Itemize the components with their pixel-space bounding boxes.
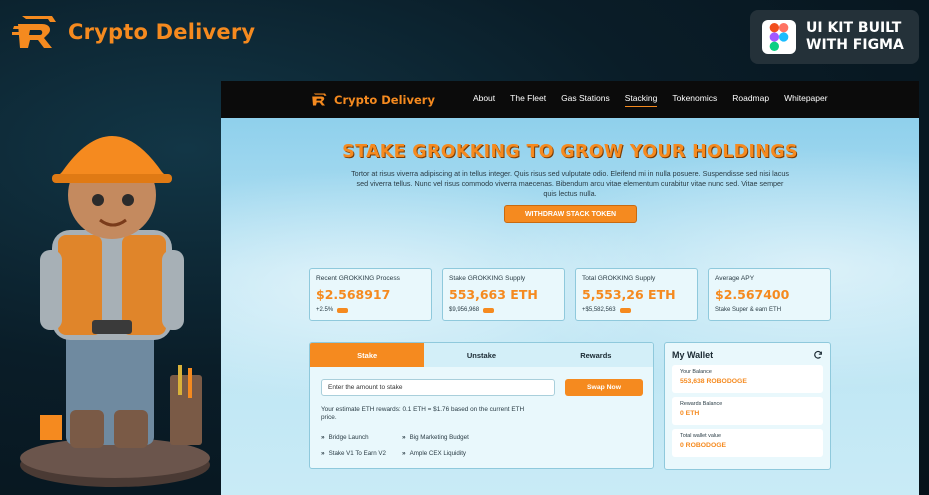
stat-pill bbox=[619, 307, 631, 313]
stat-sub: Stake Super & earn ETH bbox=[715, 307, 824, 313]
stat-card: Recent GROKKING Process $2.568917 +2.5% bbox=[309, 268, 432, 321]
stat-label: Recent GROKKING Process bbox=[316, 275, 400, 282]
feature-label: Bridge Launch bbox=[328, 434, 369, 441]
wallet-header: My Wallet bbox=[672, 350, 823, 360]
wallet-row: Total wallet value 0 ROBODOGE bbox=[672, 429, 823, 457]
tab-stake[interactable]: Stake bbox=[310, 343, 425, 367]
badge-text: UI KIT BUILT WITH FIGMA bbox=[806, 20, 904, 54]
figma-icon bbox=[762, 20, 796, 54]
wallet-row-value: 553,638 ROBODOGE bbox=[680, 378, 747, 385]
app-frame: Crypto Delivery About The Fleet Gas Stat… bbox=[221, 81, 919, 495]
feature-label: Stake V1 To Earn V2 bbox=[328, 450, 386, 457]
stat-card: Average APY $2.567400 Stake Super & earn… bbox=[708, 268, 831, 321]
stake-tabs: Stake Unstake Rewards bbox=[310, 343, 653, 367]
stat-label: Stake GROKKING Supply bbox=[449, 275, 526, 282]
wallet-row: Your Balance 553,638 ROBODOGE bbox=[672, 365, 823, 393]
refresh-icon[interactable] bbox=[813, 350, 823, 360]
stat-value: 5,553,26 ETH bbox=[582, 287, 676, 302]
stats-row: Recent GROKKING Process $2.568917 +2.5% … bbox=[309, 268, 831, 321]
wallet-panel: My Wallet Your Balance 553,638 ROBODOGE … bbox=[664, 342, 831, 470]
nav-link-stacking[interactable]: Stacking bbox=[624, 93, 658, 107]
wallet-row-label: Rewards Balance bbox=[680, 401, 723, 407]
wallet-row-value: 0 ROBODOGE bbox=[680, 442, 727, 449]
nav-link-whitepaper[interactable]: Whitepaper bbox=[784, 93, 827, 107]
wallet-row-label: Your Balance bbox=[680, 369, 712, 375]
stat-card: Stake GROKKING Supply 553,663 ETH $9,956… bbox=[442, 268, 565, 321]
stat-sub-text: $9,956,968 bbox=[449, 307, 480, 313]
delivery-mascot-illustration bbox=[20, 136, 210, 487]
stat-value: 553,663 ETH bbox=[449, 287, 538, 302]
stat-pill bbox=[337, 307, 349, 313]
badge-line-2: WITH FIGMA bbox=[806, 37, 904, 53]
withdraw-stack-token-button[interactable]: WITHDRAW STACK TOKEN bbox=[504, 205, 637, 223]
nav-link-about[interactable]: About bbox=[473, 93, 495, 107]
wallet-title: My Wallet bbox=[672, 350, 714, 360]
hero-title: STAKE GROKKING TO GROW YOUR HOLDINGS bbox=[342, 142, 798, 162]
feature-item: » Stake V1 To Earn V2 bbox=[321, 450, 386, 457]
nav-brand-name: Crypto Delivery bbox=[334, 92, 435, 107]
wallet-row-value: 0 ETH bbox=[680, 410, 700, 417]
swap-now-button[interactable]: Swap Now bbox=[565, 379, 643, 396]
nav-link-gas-stations[interactable]: Gas Stations bbox=[561, 93, 610, 107]
wallet-row: Rewards Balance 0 ETH bbox=[672, 397, 823, 425]
stat-sub-text: Stake Super & earn ETH bbox=[715, 307, 782, 313]
double-chevron-right-icon: » bbox=[402, 450, 406, 457]
feature-item: » Big Marketing Budget bbox=[402, 434, 469, 441]
crypto-delivery-logo-icon bbox=[12, 16, 56, 48]
stake-amount-input[interactable]: Enter the amount to stake bbox=[321, 379, 555, 396]
hero-description: Tortor at risus viverra adipiscing at in… bbox=[351, 169, 789, 198]
stake-panel: Stake Unstake Rewards Enter the amount t… bbox=[309, 342, 654, 469]
stat-label: Average APY bbox=[715, 275, 755, 282]
nav-logo-icon bbox=[312, 93, 327, 106]
wallet-row-label: Total wallet value bbox=[680, 433, 722, 439]
feature-label: Big Marketing Budget bbox=[409, 434, 469, 441]
rewards-estimate-note: Your estimate ETH rewards: 0.1 ETH = $1.… bbox=[321, 406, 525, 421]
top-nav: Crypto Delivery About The Fleet Gas Stat… bbox=[221, 81, 919, 118]
feature-label: Ample CEX Liquidity bbox=[409, 450, 467, 457]
nav-brand[interactable]: Crypto Delivery bbox=[310, 92, 435, 107]
stat-sub-text: +$5,582,563 bbox=[582, 307, 616, 313]
hero-section: STAKE GROKKING TO GROW YOUR HOLDINGS Tor… bbox=[221, 118, 919, 495]
stat-sub-text: +2.5% bbox=[316, 307, 334, 313]
stat-card: Total GROKKING Supply 5,553,26 ETH +$5,5… bbox=[575, 268, 698, 321]
stat-sub: +$5,582,563 bbox=[582, 307, 691, 313]
nav-link-fleet[interactable]: The Fleet bbox=[510, 93, 546, 107]
stat-value: $2.567400 bbox=[715, 287, 790, 302]
tab-rewards[interactable]: Rewards bbox=[539, 343, 653, 367]
outer-brand-name: Crypto Delivery bbox=[68, 20, 256, 44]
feature-item: » Ample CEX Liquidity bbox=[402, 450, 466, 457]
badge-line-1: UI KIT BUILT bbox=[806, 20, 902, 36]
outer-brand: Crypto Delivery bbox=[12, 12, 255, 52]
stat-sub: +2.5% bbox=[316, 307, 425, 313]
tab-unstake[interactable]: Unstake bbox=[424, 343, 538, 367]
figma-badge: UI KIT BUILT WITH FIGMA bbox=[750, 10, 919, 64]
nav-link-tokenomics[interactable]: Tokenomics bbox=[672, 93, 717, 107]
stat-label: Total GROKKING Supply bbox=[582, 275, 656, 282]
double-chevron-right-icon: » bbox=[321, 450, 325, 457]
stat-value: $2.568917 bbox=[316, 287, 391, 302]
feature-item: » Bridge Launch bbox=[321, 434, 369, 441]
double-chevron-right-icon: » bbox=[402, 434, 406, 441]
stat-pill bbox=[483, 307, 495, 313]
nav-link-roadmap[interactable]: Roadmap bbox=[732, 93, 769, 107]
stat-sub: $9,956,968 bbox=[449, 307, 558, 313]
double-chevron-right-icon: » bbox=[321, 434, 325, 441]
nav-links: About The Fleet Gas Stations Stacking To… bbox=[473, 93, 828, 107]
